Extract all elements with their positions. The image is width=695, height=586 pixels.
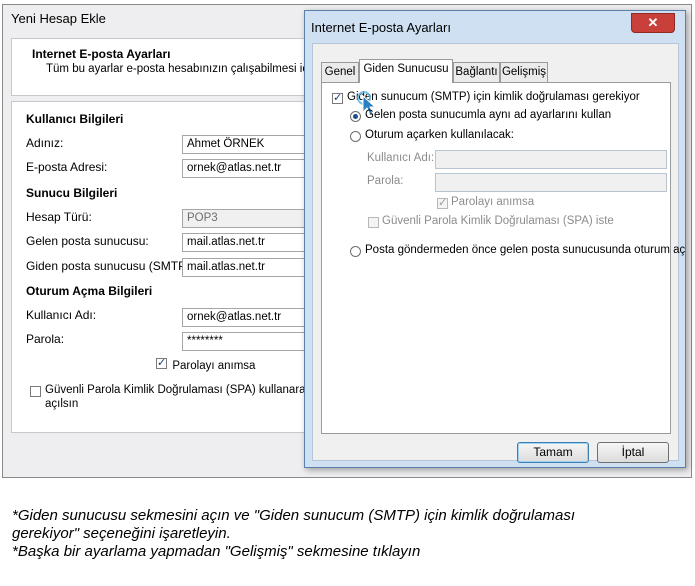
dialog-spa-row [368,217,379,231]
dialog-password-field [435,173,667,192]
user-info-heading: Kullanıcı Bilgileri [26,112,124,126]
header-title: Internet E-posta Ayarları [32,47,171,61]
remember-password-label: Parolayı anımsa [172,360,256,372]
smtp-auth-checkbox[interactable] [332,91,343,104]
logon-info-heading: Oturum Açma Bilgileri [26,284,153,298]
spa-checkbox[interactable] [30,386,41,397]
incoming-server-field[interactable]: mail.atlas.net.tr [182,233,322,252]
remember-password-checkbox[interactable] [156,356,167,369]
outgoing-server-label: Giden posta sunucusu (SMTP): [26,259,194,273]
incoming-server-label: Gelen posta sunucusu: [26,234,149,248]
logon-incoming-radio-row[interactable] [350,246,361,260]
logon-using-radio[interactable] [350,131,361,142]
name-field[interactable]: Ahmet ÖRNEK [182,135,322,154]
logon-using-radio-row[interactable] [350,131,361,145]
dialog-username-label: Kullanıcı Adı: [367,152,435,164]
outgoing-server-panel: Giden sunucum (SMTP) için kimlik doğrula… [321,82,685,434]
account-type-label: Hesap Türü: [26,210,92,224]
dialog-password-label: Parola: [367,175,404,187]
email-field[interactable]: ornek@atlas.net.tr [182,159,322,178]
name-label: Adınız: [26,136,64,150]
window-title: Yeni Hesap Ekle [11,11,106,26]
logon-incoming-radio[interactable] [350,246,361,257]
username-label: Kullanıcı Adı: [26,308,97,322]
spa-label-line2: açılsın [45,398,79,410]
dialog-body: Genel Giden Sunucusu Bağlantı Gelişmiş G… [312,43,685,463]
tab-advanced[interactable]: Gelişmiş [500,62,548,82]
password-field[interactable]: ******** [182,332,322,351]
smtp-auth-label: Giden sunucum (SMTP) için kimlik doğrula… [347,91,640,103]
dialog-username-field [435,150,667,169]
dialog-spa-label: Güvenli Parola Kimlik Doğrulaması (SPA) … [382,215,614,227]
tab-connection[interactable]: Bağlantı [453,62,500,82]
same-settings-label: Gelen posta sunucumla aynı ad ayarlarını… [365,109,612,121]
dialog-remember-label: Parolayı anımsa [451,196,535,208]
username-field[interactable]: ornek@atlas.net.tr [182,308,322,327]
server-info-heading: Sunucu Bilgileri [26,186,118,200]
cancel-button[interactable]: İptal [597,442,669,463]
account-type-field: POP3 [182,209,322,228]
spa-label-line1: Güvenli Parola Kimlik Doğrulaması (SPA) … [45,384,335,396]
remember-password-row[interactable]: Parolayı anımsa [156,356,256,372]
dialog-remember-checkbox [437,196,448,209]
dialog-title: Internet E-posta Ayarları [311,20,451,35]
outgoing-server-field[interactable]: mail.atlas.net.tr [182,258,322,277]
close-button[interactable]: ✕ [631,13,675,33]
header-subtitle: Tüm bu ayarlar e-posta hesabınızın çalış… [46,63,327,75]
logon-using-label: Oturum açarken kullanılacak: [365,129,514,141]
dialog-remember-row [437,196,448,212]
email-label: E-posta Adresi: [26,160,108,174]
ok-button[interactable]: Tamam [517,442,589,463]
instruction-line-2: gerekiyor" seçeneğini işaretleyin. [12,525,231,542]
dialog-spa-checkbox [368,217,379,228]
tab-outgoing-server[interactable]: Giden Sunucusu [359,59,453,83]
spa-row[interactable] [30,384,41,398]
internet-email-settings-dialog: Internet E-posta Ayarları ✕ Genel Giden … [304,10,686,468]
same-settings-radio[interactable] [350,111,361,122]
smtp-auth-row[interactable] [332,91,343,107]
logon-incoming-label: Posta göndermeden önce gelen posta sunuc… [365,244,686,256]
instruction-line-3: *Başka bir ayarlama yapmadan "Gelişmiş" … [12,543,421,560]
same-settings-radio-row[interactable] [350,111,361,125]
tab-general[interactable]: Genel [321,62,359,82]
password-label: Parola: [26,332,65,346]
instruction-line-1: *Giden sunucusu sekmesini açın ve "Giden… [12,507,576,524]
